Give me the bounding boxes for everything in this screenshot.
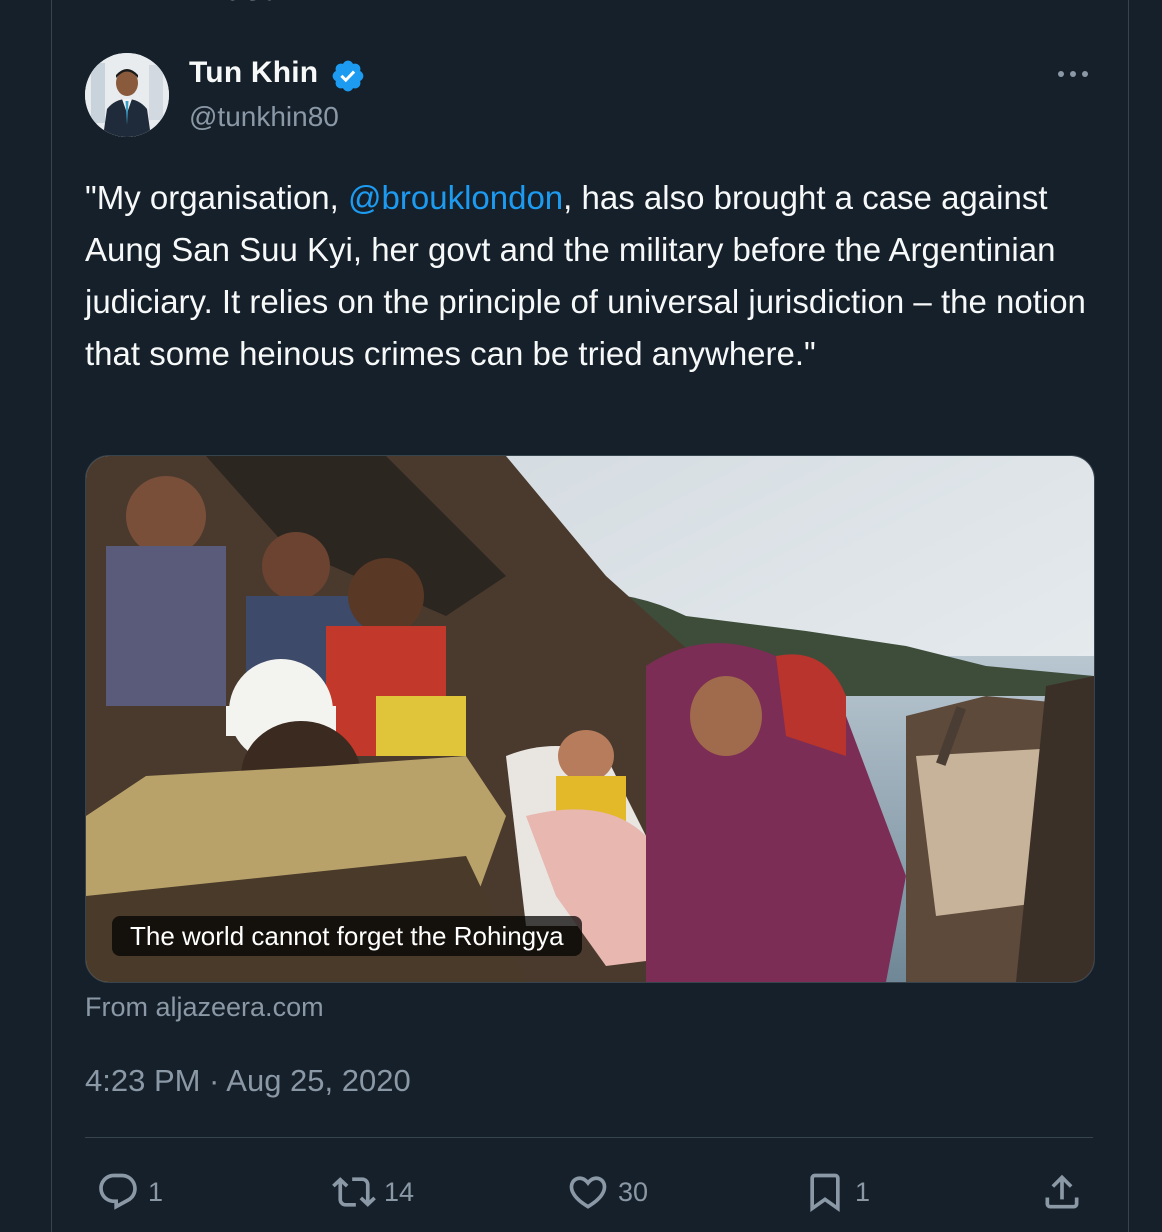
tweet-text-start: "My organisation,: [85, 179, 349, 216]
news-photo: [86, 456, 1094, 982]
timestamp[interactable]: 4:23 PM · Aug 25, 2020: [85, 1063, 411, 1099]
reply-icon: [99, 1173, 137, 1210]
author-name[interactable]: Tun Khin: [189, 56, 318, 90]
share-icon: [1045, 1174, 1079, 1209]
back-arrow-icon[interactable]: [95, 0, 117, 4]
like-icon: [569, 1176, 607, 1209]
column-border-right: [1128, 0, 1129, 1232]
repost-count: 14: [384, 1176, 415, 1207]
media-caption: The world cannot forget the Rohingya: [112, 916, 582, 956]
reply-button[interactable]: 1: [96, 1170, 163, 1214]
tweet-text: "My organisation, @brouklondon, has also…: [85, 172, 1095, 380]
tweet-page: Post Tun Khin @tunkhin80 "My organisatio…: [0, 0, 1162, 1232]
repost-button[interactable]: 14: [332, 1170, 414, 1214]
bookmark-count: 1: [855, 1176, 871, 1207]
like-count: 30: [618, 1176, 649, 1207]
reply-count: 1: [148, 1176, 164, 1207]
avatar-image: [85, 53, 169, 137]
link-card-image[interactable]: The world cannot forget the Rohingya: [85, 455, 1095, 983]
avatar[interactable]: [85, 53, 169, 137]
mention-link[interactable]: @brouklondon: [348, 179, 563, 216]
bookmark-icon: [810, 1173, 840, 1213]
more-icon[interactable]: [1055, 62, 1091, 86]
link-source[interactable]: From aljazeera.com: [85, 992, 324, 1023]
like-button[interactable]: 30: [566, 1170, 648, 1214]
divider: [85, 1137, 1093, 1138]
page-title: Post: [200, 0, 274, 9]
bookmark-button[interactable]: 1: [803, 1170, 870, 1214]
column-border-left: [51, 0, 52, 1232]
author-handle[interactable]: @tunkhin80: [189, 101, 339, 133]
share-button[interactable]: [1040, 1170, 1084, 1214]
repost-icon: [332, 1177, 376, 1207]
verified-badge-icon: [332, 60, 364, 92]
